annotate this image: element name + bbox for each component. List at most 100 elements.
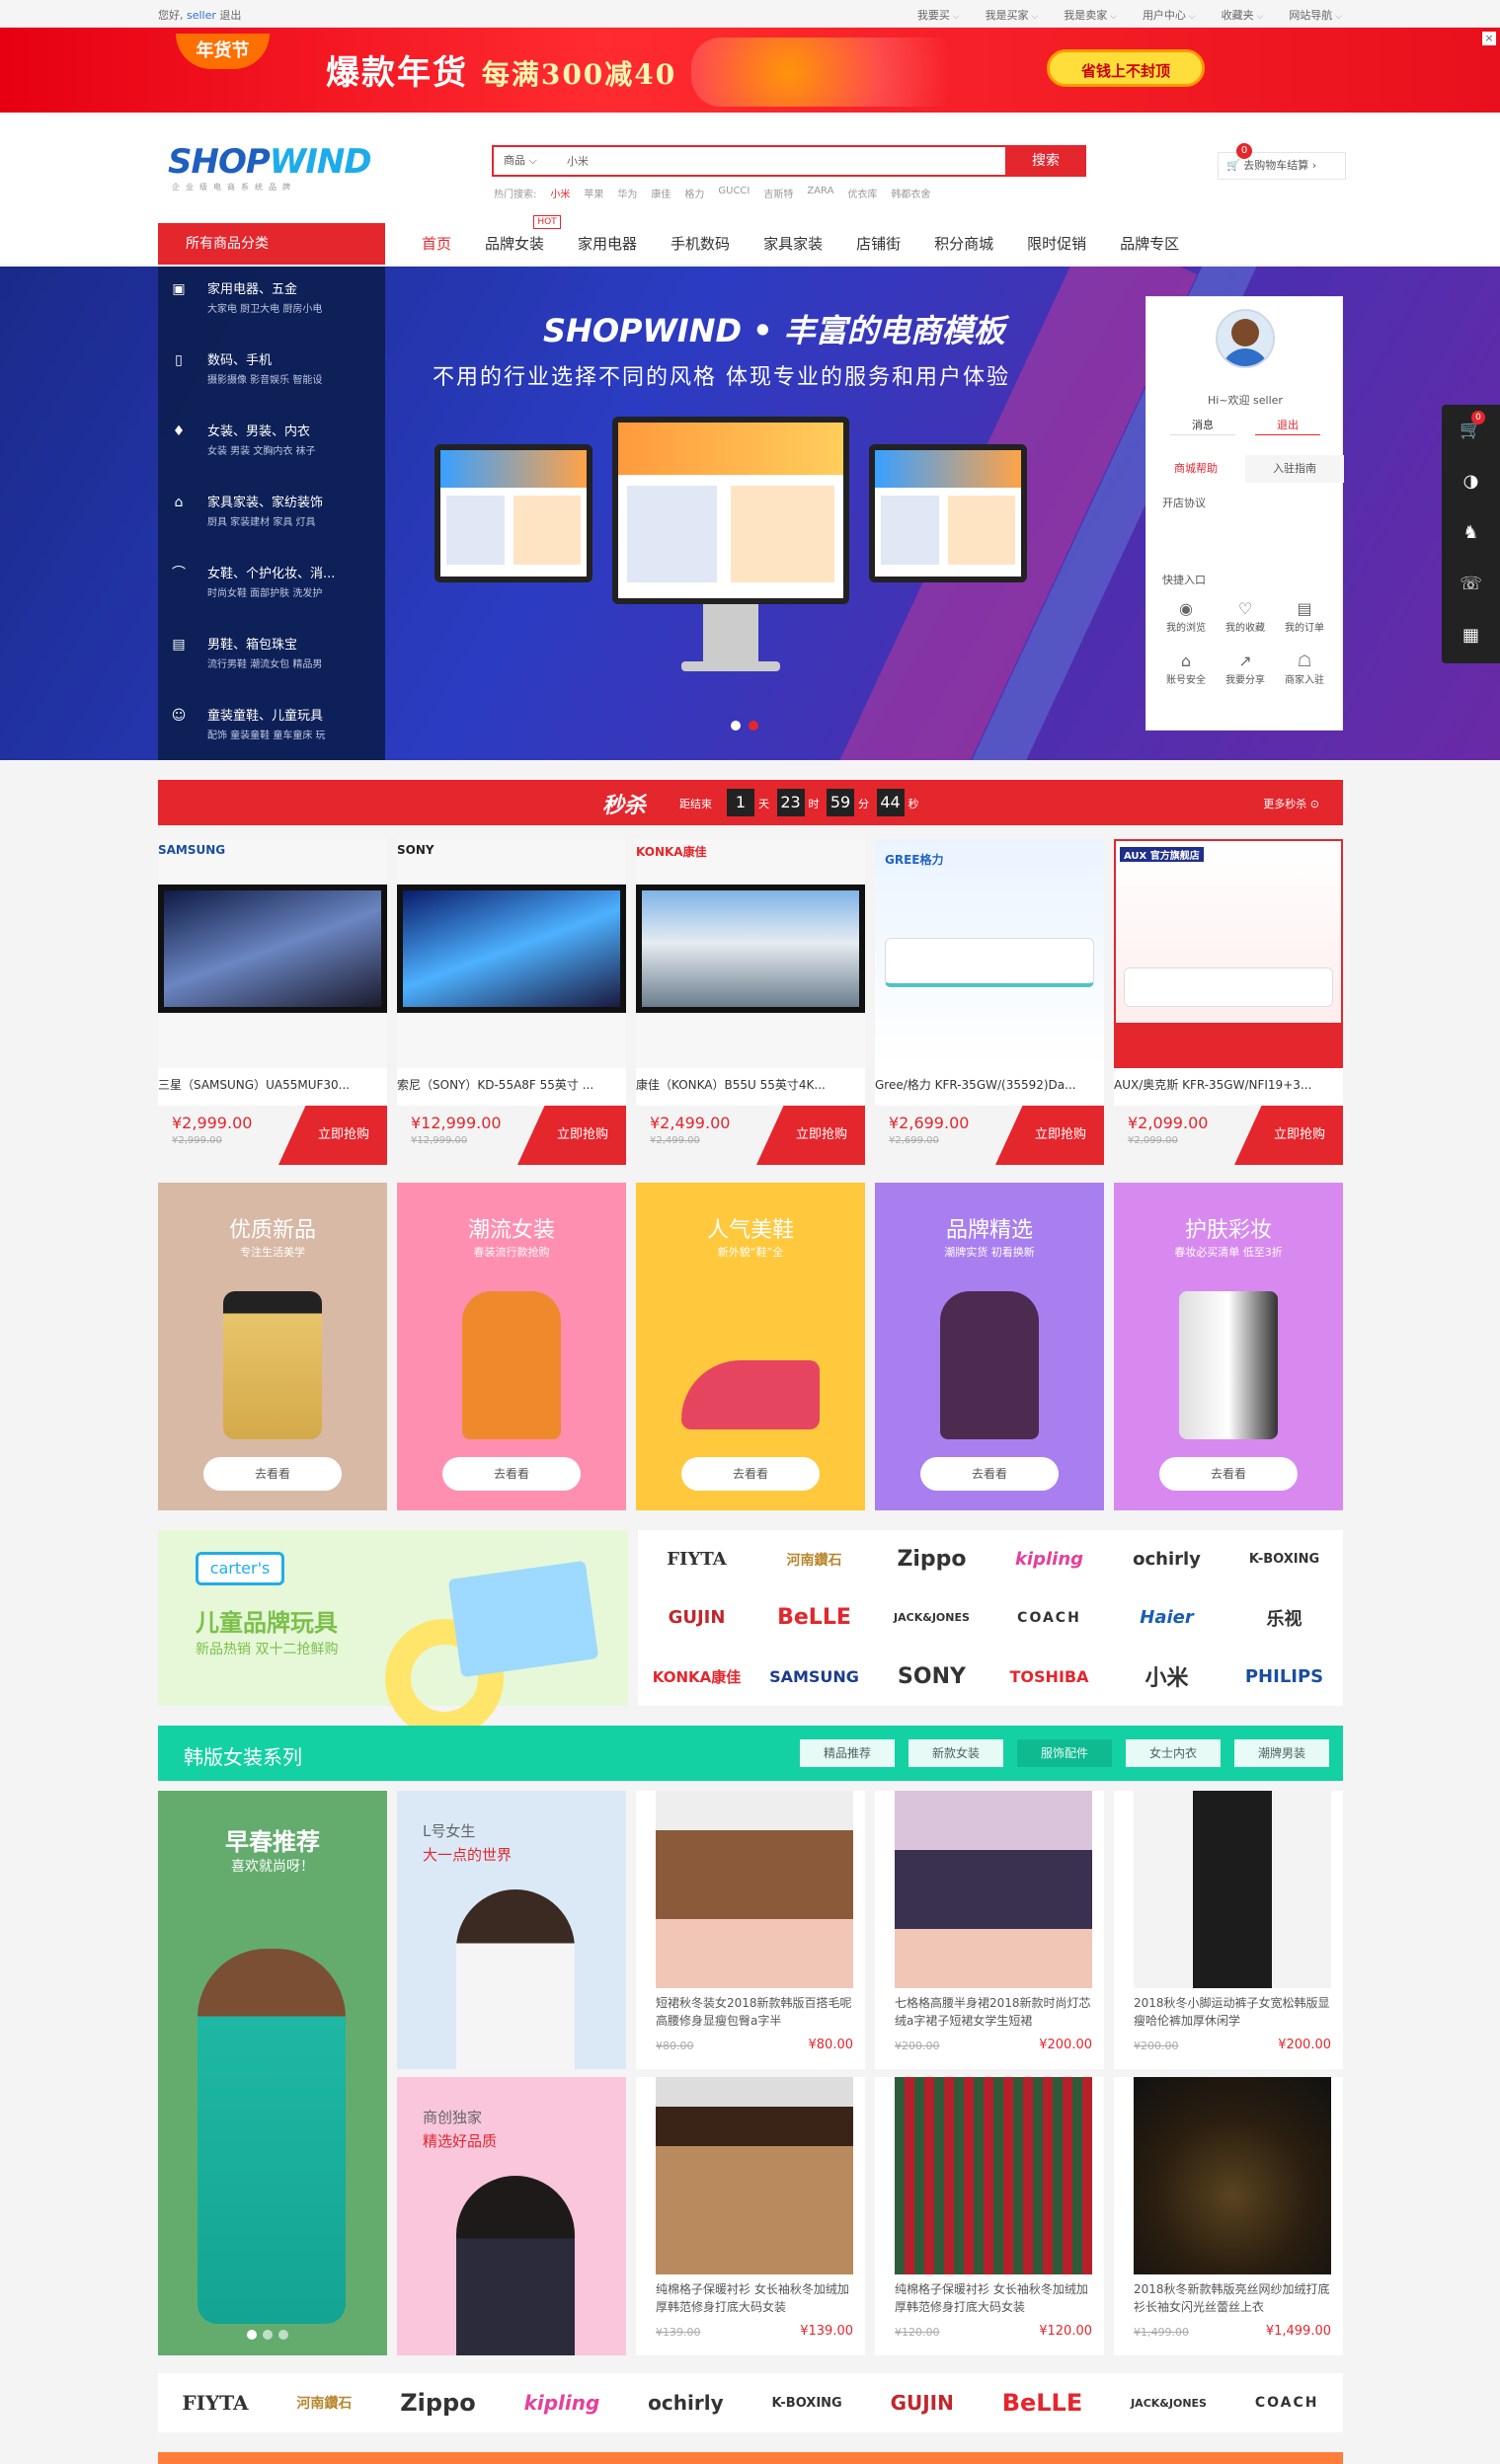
- brand-logo[interactable]: JACK&JONES: [873, 1588, 990, 1647]
- close-icon[interactable]: ×: [1482, 32, 1496, 45]
- brand-logo[interactable]: kipling: [990, 1530, 1108, 1588]
- product-name[interactable]: 三星（SAMSUNG）UA55MUF30...: [158, 1076, 387, 1093]
- phone-icon[interactable]: ☏: [1442, 559, 1500, 610]
- cart-icon[interactable]: 🛒 0: [1442, 405, 1500, 456]
- hot-search-item[interactable]: 韩都衣舍: [891, 186, 930, 200]
- notice-link[interactable]: 开店协议: [1162, 495, 1206, 510]
- quick-link[interactable]: ◉ 我的浏览: [1156, 599, 1216, 634]
- category-item[interactable]: ⌒ 女鞋、个护化妆、消... 时尚女鞋 面部护肤 洗发护: [158, 551, 385, 622]
- brand-logo[interactable]: Zippo: [400, 2389, 475, 2417]
- slider-dot[interactable]: [263, 2330, 273, 2340]
- nav-points-mall[interactable]: 积分商城: [917, 223, 1010, 265]
- brand-logo[interactable]: 河南鑽石: [755, 1530, 873, 1588]
- korea-mid-banner[interactable]: L号女生 大一点的世界: [397, 1791, 626, 2069]
- category-item[interactable]: ▯ 数码、手机 摄影摄像 影音娱乐 智能设: [158, 338, 385, 409]
- hot-search-item[interactable]: 华为: [617, 186, 637, 200]
- nav-flash-promo[interactable]: 限时促销: [1010, 223, 1103, 265]
- flash-product[interactable]: KONKA康佳 康佳（KONKA）B55U 55英寸4K... ¥2,499.0…: [636, 839, 865, 1165]
- product-name[interactable]: 2018秋冬小脚运动裤子女宽松韩版显瘦哈伦裤加厚休闲学: [1134, 1994, 1331, 2030]
- top-link-user-center[interactable]: 用户中心: [1143, 7, 1196, 23]
- product-name[interactable]: 七格格高腰半身裙2018新款时尚灯芯绒a字裙子短裙女学生短裙: [895, 1994, 1092, 2030]
- product-name[interactable]: 康佳（KONKA）B55U 55英寸4K...: [636, 1076, 865, 1093]
- logo[interactable]: SHOPWIND 企业级电商系统品牌: [168, 142, 395, 192]
- top-link-buyer[interactable]: 我是买家: [986, 7, 1039, 23]
- brand-logo[interactable]: 小米: [1108, 1648, 1225, 1706]
- brand-logo[interactable]: FIYTA: [182, 2391, 248, 2415]
- username-link[interactable]: seller: [187, 9, 216, 22]
- brand-logo[interactable]: Haier: [1108, 1588, 1225, 1647]
- nav-home[interactable]: 首页: [405, 223, 468, 265]
- messages-button[interactable]: 消息: [1170, 416, 1235, 435]
- top-link-buy[interactable]: 我要买: [917, 7, 960, 23]
- brand-logo[interactable]: FIYTA: [638, 1530, 755, 1588]
- brand-logo[interactable]: SAMSUNG: [755, 1648, 873, 1706]
- flash-product[interactable]: AUX 官方旗舰店 AUX/奥克斯 KFR-35GW/NFI19+3... ¥2…: [1114, 839, 1343, 1165]
- brand-logo[interactable]: kipling: [524, 2391, 600, 2415]
- product-card[interactable]: 纯棉格子保暖衬衫 女长袖秋冬加绒加厚韩范修身打底大码女装 ¥139.00 ¥13…: [636, 2077, 865, 2355]
- brand-logo[interactable]: SONY: [873, 1648, 990, 1706]
- quick-link[interactable]: ▤ 我的订单: [1275, 599, 1334, 634]
- service-icon[interactable]: ◑: [1442, 456, 1500, 507]
- hot-search-item[interactable]: 吉斯特: [763, 186, 793, 200]
- nav-digital[interactable]: 手机数码: [654, 223, 747, 265]
- nav-brand-zone[interactable]: 品牌专区: [1103, 223, 1196, 265]
- quick-link[interactable]: ↗ 我要分享: [1216, 652, 1275, 686]
- brand-logo[interactable]: K-BOXING: [1225, 1530, 1343, 1588]
- tab-mall-help[interactable]: 商城帮助: [1146, 455, 1245, 483]
- product-card[interactable]: 2018秋冬小脚运动裤子女宽松韩版显瘦哈伦裤加厚休闲学 ¥200.00 ¥200…: [1114, 1791, 1343, 2069]
- promo-go-button[interactable]: 去看看: [920, 1457, 1059, 1491]
- product-name[interactable]: 纯棉格子保暖衬衫 女长袖秋冬加绒加厚韩范修身打底大码女装: [656, 2280, 853, 2316]
- hot-search-item[interactable]: ZARA: [807, 186, 833, 200]
- qrcode-icon[interactable]: ▦: [1442, 610, 1500, 661]
- product-card[interactable]: 短裙秋冬装女2018新款韩版百搭毛呢高腰修身显瘦包臀a字半 ¥80.00 ¥80…: [636, 1791, 865, 2069]
- brand-logo[interactable]: JACK&JONES: [1131, 2397, 1207, 2410]
- slider-dot[interactable]: [278, 2330, 288, 2340]
- nav-brand-women[interactable]: 品牌女装: [468, 223, 561, 265]
- cart-button[interactable]: 🛒 去购物车结算 › 0: [1218, 143, 1346, 180]
- quick-link[interactable]: ♡ 我的收藏: [1216, 599, 1275, 634]
- brand-logo[interactable]: BeLLE: [755, 1588, 873, 1647]
- category-item[interactable]: ▣ 家用电器、五金 大家电 厨卫大电 厨房小电: [158, 267, 385, 338]
- product-card[interactable]: 纯棉格子保暖衬衫 女长袖秋冬加绒加厚韩范修身打底大码女装 ¥120.00 ¥12…: [875, 2077, 1104, 2355]
- brand-logo[interactable]: K-BOXING: [771, 2396, 841, 2411]
- tab-lingerie[interactable]: 女士内衣: [1126, 1739, 1221, 1767]
- brand-logo[interactable]: KONKA康佳: [638, 1648, 755, 1706]
- brand-logo[interactable]: BeLLE: [1002, 2389, 1083, 2417]
- brand-logo[interactable]: COACH: [1255, 2395, 1319, 2411]
- slider-dot[interactable]: [731, 721, 741, 731]
- promo-card[interactable]: 优质新品 专注生活美学 去看看: [158, 1183, 387, 1510]
- promo-go-button[interactable]: 去看看: [203, 1457, 342, 1491]
- flash-product[interactable]: GREE格力 Gree/格力 KFR-35GW/(35592)Da... ¥2,…: [875, 839, 1104, 1165]
- promo-banner[interactable]: 年货节 爆款年货 每满300减40 省钱上不封顶 ×: [0, 28, 1500, 113]
- category-item[interactable]: ☺ 童装童鞋、儿童玩具 配饰 童装童鞋 童车童床 玩: [158, 693, 385, 764]
- tab-accessories[interactable]: 服饰配件: [1017, 1739, 1112, 1767]
- quick-link[interactable]: ⌂ 账号安全: [1156, 652, 1216, 686]
- qq-icon[interactable]: ♞: [1442, 507, 1500, 559]
- brand-logo[interactable]: PHILIPS: [1225, 1648, 1343, 1706]
- hot-search-item[interactable]: 优衣库: [847, 186, 877, 200]
- hot-search-item[interactable]: 康佳: [651, 186, 671, 200]
- flash-product[interactable]: SONY 索尼（SONY）KD-55A8F 55英寸 ... ¥12,999.0…: [397, 839, 626, 1165]
- search-input[interactable]: [561, 147, 995, 175]
- search-scope-select[interactable]: 商品 ⌵: [494, 147, 561, 175]
- category-item[interactable]: ⌂ 家具家装、家纺装饰 厨具 家装建材 家具 灯具: [158, 480, 385, 551]
- search-button[interactable]: 搜索: [1005, 145, 1086, 177]
- promo-go-button[interactable]: 去看看: [1159, 1457, 1298, 1491]
- kids-banner[interactable]: carter's 儿童品牌玩具 新品热销 双十二抢鲜购: [158, 1530, 628, 1737]
- promo-go-button[interactable]: 去看看: [442, 1457, 581, 1491]
- logout-link[interactable]: 退出: [219, 9, 241, 22]
- promo-card[interactable]: 品牌精选 潮牌实货 初看换新 去看看: [875, 1183, 1104, 1510]
- top-link-favorites[interactable]: 收藏夹: [1222, 7, 1264, 23]
- top-link-site-nav[interactable]: 网站导航: [1289, 7, 1342, 23]
- logout-button[interactable]: 退出: [1255, 416, 1320, 435]
- product-name[interactable]: 2018秋冬新款韩版亮丝网纱加绒打底衫长袖女闪光丝蕾丝上衣: [1134, 2280, 1331, 2316]
- all-categories-button[interactable]: 所有商品分类: [158, 223, 385, 265]
- product-name[interactable]: Gree/格力 KFR-35GW/(35592)Da...: [875, 1076, 1104, 1093]
- tab-recommended[interactable]: 精品推荐: [800, 1739, 895, 1767]
- flash-product[interactable]: SAMSUNG 三星（SAMSUNG）UA55MUF30... ¥2,999.0…: [158, 839, 387, 1165]
- quick-link[interactable]: ☖ 商家入驻: [1275, 652, 1334, 686]
- tab-new-women[interactable]: 新款女装: [908, 1739, 1003, 1767]
- promo-go-button[interactable]: 去看看: [681, 1457, 820, 1491]
- brand-logo[interactable]: ochirly: [648, 2391, 723, 2415]
- brand-logo[interactable]: TOSHIBA: [990, 1648, 1108, 1706]
